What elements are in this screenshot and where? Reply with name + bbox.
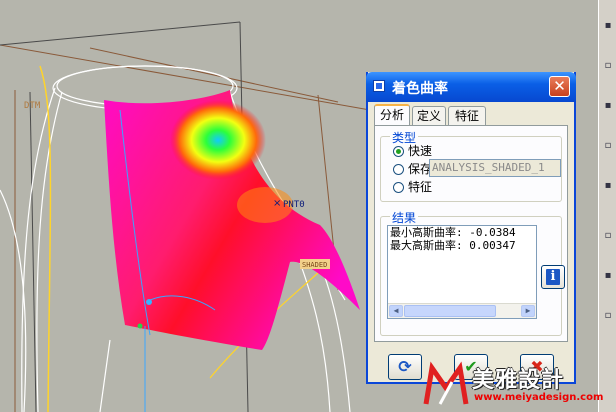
close-button[interactable]: ✕ (549, 76, 570, 97)
shaded-curvature-dialog: 着色曲率 ✕ 分析 定义 特征 类型 快速 保存 特征 ANALYSIS_SHA… (366, 72, 576, 384)
result-group: 结果 最小高斯曲率: -0.0384 最大高斯曲率: 0.00347 ◀ ▶ i (380, 209, 565, 336)
min-curvature-line: 最小高斯曲率: -0.0384 (390, 226, 516, 239)
watermark-url: www.meiyadesign.com (474, 392, 604, 403)
toolbar-icon[interactable]: ▪ (602, 20, 614, 32)
pnt-marker-icon[interactable]: × (273, 198, 281, 209)
watermark-text: 美雅設計 (472, 368, 565, 393)
radio-feature[interactable]: 特征 (393, 179, 432, 195)
radio-indicator (393, 182, 404, 193)
scroll-right-icon[interactable]: ▶ (521, 305, 535, 317)
toolbar-icon[interactable]: ▫ (602, 310, 614, 322)
pnt0-label: PNT0 (283, 200, 305, 210)
radio-indicator (393, 146, 404, 157)
dialog-titlebar[interactable]: 着色曲率 ✕ (366, 72, 576, 102)
radio-feature-label: 特征 (408, 180, 433, 194)
scroll-thumb[interactable] (404, 305, 496, 317)
watermark-logo (423, 361, 469, 405)
repaint-icon: ⟳ (398, 357, 412, 376)
right-toolbar-strip: ▪ ▫ ▪ ▫ ▪ ▫ ▪ ▫ (598, 0, 616, 412)
toolbar-icon[interactable]: ▫ (602, 60, 614, 72)
radio-quick[interactable]: 快速 (393, 143, 432, 159)
radio-indicator (393, 164, 404, 175)
max-curvature-line: 最大高斯曲率: 0.00347 (390, 239, 516, 252)
result-group-label: 结果 (390, 209, 419, 226)
dialog-title: 着色曲率 (392, 81, 448, 97)
repaint-button[interactable]: ⟳ (388, 354, 422, 380)
analysis-tab-panel: 类型 快速 保存 特征 ANALYSIS_SHADED_1 结果 最小高斯曲率:… (374, 125, 568, 342)
close-icon: ✕ (553, 77, 566, 95)
curvature-hotspot (170, 100, 266, 180)
toolbar-icon[interactable]: ▪ (602, 270, 614, 282)
toolbar-icon[interactable]: ▫ (602, 140, 614, 152)
radio-save[interactable]: 保存 (393, 161, 432, 177)
shaded-tag-label: SHADED (302, 261, 327, 269)
point-marker-green[interactable] (137, 323, 143, 329)
toolbar-icon[interactable]: ▪ (602, 100, 614, 112)
toolbar-icon[interactable]: ▫ (602, 230, 614, 242)
watermark: 美雅設計 www.meiyadesign.com (420, 360, 616, 412)
tab-definition[interactable]: 定义 (412, 106, 446, 125)
info-button[interactable]: i (541, 265, 565, 289)
type-group: 类型 快速 保存 特征 ANALYSIS_SHADED_1 (380, 129, 562, 202)
point-marker[interactable] (146, 299, 152, 305)
horizontal-scrollbar[interactable]: ◀ ▶ (388, 303, 536, 318)
toolbar-icon[interactable]: ▪ (602, 180, 614, 192)
results-text-area[interactable]: 最小高斯曲率: -0.0384 最大高斯曲率: 0.00347 ◀ ▶ (387, 225, 537, 319)
info-icon: i (546, 269, 560, 285)
radio-quick-label: 快速 (408, 144, 433, 158)
analysis-name-field[interactable]: ANALYSIS_SHADED_1 (429, 159, 561, 177)
scroll-left-icon[interactable]: ◀ (389, 305, 403, 317)
dtm-label: DTM (24, 101, 41, 111)
tab-feature[interactable]: 特征 (448, 106, 486, 125)
window-icon (373, 80, 385, 92)
tab-analysis[interactable]: 分析 (374, 104, 410, 126)
